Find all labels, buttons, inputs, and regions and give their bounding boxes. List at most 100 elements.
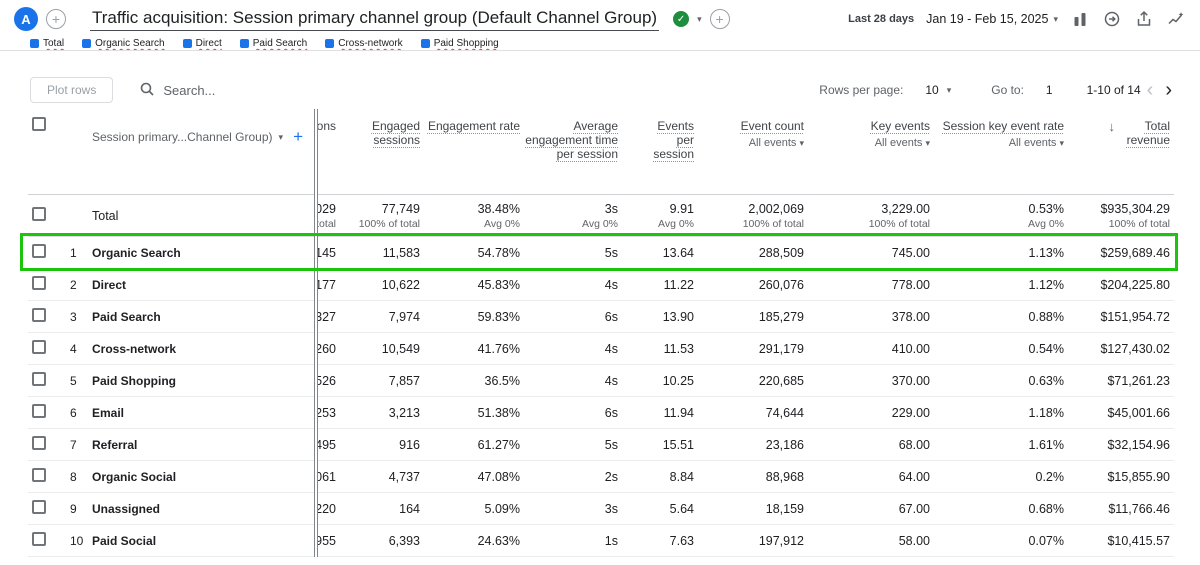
row-checkbox[interactable]: [32, 436, 46, 450]
add-dimension-button[interactable]: +: [293, 127, 303, 147]
col-header-engagement-rate[interactable]: Engagement rate: [424, 111, 524, 133]
legend-item[interactable]: Paid Search: [239, 38, 307, 49]
event-count-value: 185,279: [758, 309, 804, 324]
col-header-engaged-sessions[interactable]: Engaged sessions: [340, 111, 424, 147]
legend-item[interactable]: Direct: [182, 38, 222, 49]
row-checkbox[interactable]: [32, 500, 46, 514]
rows-per-page-select[interactable]: 10 ▾: [925, 83, 951, 97]
table-row[interactable]: 1 Organic Search 145 11,583 54.78% 5s 13…: [28, 237, 1174, 269]
rows-per-page-value: 10: [925, 83, 939, 97]
row-checkbox[interactable]: [32, 468, 46, 482]
comparison-icon[interactable]: [1070, 9, 1090, 29]
row-checkbox[interactable]: [32, 404, 46, 418]
col-header-session-key-event-rate[interactable]: Session key event rate All events ▾: [934, 111, 1068, 149]
table-row[interactable]: 5 Paid Shopping 526 7,857 36.5% 4s 10.25…: [28, 365, 1174, 397]
total-revenue-value: $204,225.80: [1100, 277, 1170, 292]
row-checkbox[interactable]: [32, 372, 46, 386]
channel-name: Organic Search: [92, 245, 181, 260]
add-icon[interactable]: +: [46, 9, 66, 29]
total-revenue-value: $71,261.23: [1107, 373, 1170, 388]
table-row[interactable]: 10 Paid Social 955 6,393 24.63% 1s 7.63 …: [28, 525, 1174, 557]
legend-swatch-icon: [239, 39, 249, 48]
date-range-text: Jan 19 - Feb 15, 2025: [926, 12, 1049, 26]
avg-engagement-time-value: 2s: [604, 469, 618, 484]
event-count-filter-dropdown[interactable]: All events ▾: [698, 137, 804, 149]
dimension-header[interactable]: Session primary...Channel Group) ▾ +: [92, 111, 316, 147]
legend-item[interactable]: Cross-network: [325, 38, 403, 49]
col-header-avg-engagement-time[interactable]: Average engagement time per session: [524, 111, 622, 161]
chevron-down-icon: ▾: [946, 84, 952, 95]
plot-rows-button[interactable]: Plot rows: [30, 77, 114, 103]
chevron-right-icon[interactable]: ›: [1159, 80, 1178, 100]
event-count-value: 288,509: [758, 245, 804, 260]
sort-desc-icon[interactable]: ↓: [1109, 119, 1116, 147]
event-count-value: 18,159: [765, 501, 804, 516]
add-comparison-icon[interactable]: +: [709, 9, 730, 29]
avatar[interactable]: A: [14, 7, 38, 31]
col-header-event-count[interactable]: Event count All events ▾: [698, 111, 808, 149]
engagement-rate-value: 54.78%: [477, 245, 520, 260]
key-events-filter-dropdown[interactable]: All events ▾: [808, 137, 930, 149]
table-row[interactable]: 2 Direct 177 10,622 45.83% 4s 11.22 260,…: [28, 269, 1174, 301]
totals-events-per-session: 9.91 Avg 0%: [658, 201, 694, 230]
page-title[interactable]: Traffic acquisition: Session primary cha…: [90, 8, 660, 31]
col-header-key-events[interactable]: Key events All events ▾: [808, 111, 934, 149]
event-count-value: 23,186: [765, 437, 804, 452]
date-range-picker[interactable]: Jan 19 - Feb 15, 2025 ▾: [926, 12, 1058, 26]
row-checkbox[interactable]: [32, 308, 46, 322]
channel-name: Paid Search: [92, 309, 161, 324]
row-checkbox[interactable]: [32, 276, 46, 290]
chevron-down-icon[interactable]: ▾: [697, 14, 702, 25]
search-input[interactable]: Search...: [139, 81, 215, 100]
sessions-value-clipped: 220: [316, 501, 336, 516]
saved-check-icon[interactable]: ✓: [673, 11, 690, 27]
table-toolbar: Plot rows Search... Rows per page: 10 ▾ …: [0, 75, 1200, 105]
total-revenue-value: $10,415.57: [1107, 533, 1170, 548]
select-all-checkbox[interactable]: [32, 117, 46, 131]
events-per-session-value: 11.53: [663, 341, 694, 356]
chevron-left-icon[interactable]: ‹: [1141, 80, 1160, 100]
engagement-rate-value: 59.83%: [477, 309, 520, 324]
session-key-event-rate-filter-dropdown[interactable]: All events ▾: [934, 137, 1064, 149]
col-header-total-revenue[interactable]: ↓ Total revenue: [1068, 111, 1174, 147]
table-header-row: Session primary...Channel Group) ▾ + ion…: [28, 111, 1174, 195]
key-events-value: 745.00: [891, 245, 930, 260]
goto-page-input[interactable]: 1: [1046, 83, 1053, 97]
table-row[interactable]: 4 Cross-network 260 10,549 41.76% 4s 11.…: [28, 333, 1174, 365]
col-header-sessions-fragment[interactable]: ions: [316, 111, 340, 133]
export-icon[interactable]: [1102, 9, 1122, 29]
column-resize-divider[interactable]: [314, 109, 318, 557]
totals-checkbox[interactable]: [32, 207, 46, 221]
row-checkbox[interactable]: [32, 532, 46, 546]
total-revenue-value: $15,855.90: [1107, 469, 1170, 484]
engaged-sessions-value: 7,857: [388, 373, 420, 388]
events-per-session-value: 11.22: [663, 277, 694, 292]
row-number: 5: [70, 373, 77, 388]
avg-engagement-time-value: 3s: [604, 501, 618, 516]
table-body: 1 Organic Search 145 11,583 54.78% 5s 13…: [28, 237, 1174, 557]
date-preset-label: Last 28 days: [848, 13, 915, 25]
sessions-value-clipped: 955: [316, 533, 336, 548]
totals-engagement-rate: 38.48% Avg 0%: [477, 201, 520, 230]
insights-icon[interactable]: [1166, 9, 1186, 29]
share-icon[interactable]: [1134, 9, 1154, 29]
legend-item[interactable]: Organic Search: [82, 38, 165, 49]
engagement-rate-value: 41.76%: [477, 341, 520, 356]
table-row[interactable]: 8 Organic Social 061 4,737 47.08% 2s 8.8…: [28, 461, 1174, 493]
table-row[interactable]: 3 Paid Search 327 7,974 59.83% 6s 13.90 …: [28, 301, 1174, 333]
key-events-value: 229.00: [891, 405, 930, 420]
session-key-event-rate-value: 0.88%: [1028, 309, 1064, 324]
pagination-range: 1-10 of 14: [1086, 83, 1141, 97]
col-header-events-per-session[interactable]: Events per session: [622, 111, 698, 161]
legend-item[interactable]: Paid Shopping: [420, 38, 499, 49]
table-row[interactable]: 9 Unassigned 220 164 5.09% 3s 5.64 18,15…: [28, 493, 1174, 525]
legend-swatch-icon: [420, 39, 430, 48]
row-checkbox[interactable]: [32, 244, 46, 258]
legend-item[interactable]: Total: [30, 38, 64, 49]
chevron-down-icon: ▾: [799, 138, 804, 148]
table-row[interactable]: 6 Email 253 3,213 51.38% 6s 11.94 74,644…: [28, 397, 1174, 429]
row-checkbox[interactable]: [32, 340, 46, 354]
channel-name: Referral: [92, 437, 138, 452]
table-row[interactable]: 7 Referral 495 916 61.27% 5s 15.51 23,18…: [28, 429, 1174, 461]
avg-engagement-time-value: 4s: [604, 373, 618, 388]
